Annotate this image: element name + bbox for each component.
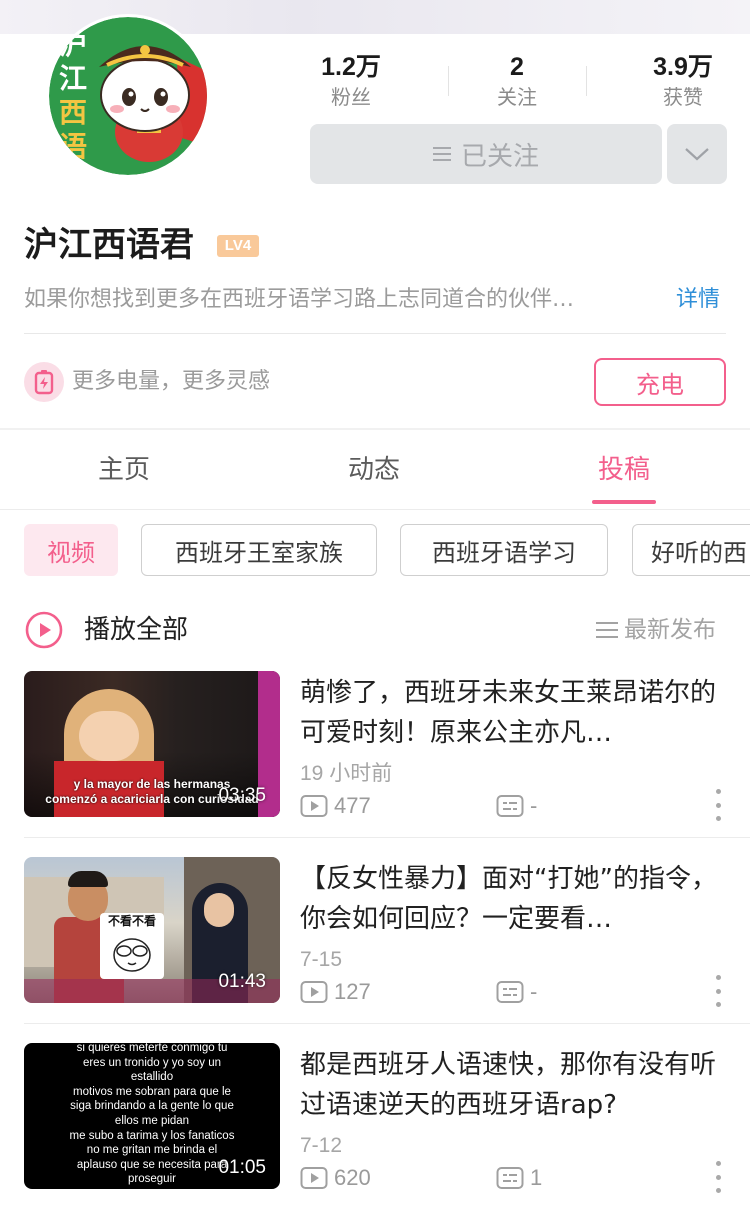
stat-divider (448, 66, 449, 96)
thumb-caption-line: siga brindando a la gente lo que (70, 1100, 234, 1113)
chip-video[interactable]: 视频 (24, 524, 118, 576)
sort-label: 最新发布 (624, 617, 716, 643)
avatar-char: 语 (59, 130, 88, 163)
video-comments: 1 (496, 1163, 542, 1193)
bio-text: 如果你想找到更多在西班牙语学习路上志同道合的伙伴… (24, 287, 575, 312)
profile-tabs: 主页 动态 投稿 (0, 430, 750, 510)
thumb-caption-line: no me gritan me brinda el (86, 1144, 218, 1157)
avatar-char: 江 (59, 62, 88, 95)
avatar-char: 西 (59, 96, 88, 129)
video-date: 7-15 (300, 948, 343, 971)
video-thumbnail[interactable]: y la mayor de las hermanas comenzó a aca… (24, 671, 280, 817)
views-count: 620 (334, 1165, 371, 1190)
play-all-button[interactable]: 播放全部 (84, 612, 188, 648)
avatar-vertical-text: 沪 江 西 语 (59, 29, 91, 163)
views-count: 477 (334, 793, 371, 818)
video-title[interactable]: 萌惨了，西班牙未来女王莱昂诺尔的可爱时刻！原来公主亦凡… (300, 673, 720, 753)
video-item[interactable]: si quieres meterte conmigo tu eres un tr… (0, 1043, 750, 1206)
stat-label: 关注 (497, 85, 537, 109)
play-circle-icon[interactable] (24, 610, 64, 650)
stat-value: 3.9万 (653, 53, 713, 81)
danmaku-icon (496, 794, 524, 818)
play-count-icon (300, 1166, 328, 1190)
stat-label: 粉丝 (331, 85, 371, 109)
details-link[interactable]: 详情 (676, 284, 720, 316)
more-vertical-icon[interactable] (711, 1161, 725, 1193)
video-comments: - (496, 791, 537, 821)
thumb-caption-line: 不看不看 (107, 914, 156, 928)
stat-fans[interactable]: 1.2万 粉丝 (286, 50, 416, 110)
thumb-girl-face (79, 711, 139, 761)
stat-value: 1.2万 (321, 53, 381, 81)
chip-royal-family[interactable]: 西班牙王室家族 (141, 524, 377, 576)
video-title[interactable]: 【反女性暴力】面对“打她”的指令，你会如何回应？一定要看… (300, 859, 720, 939)
avatar[interactable]: 沪 江 西 语 (46, 14, 210, 178)
video-views: 127 (300, 977, 371, 1007)
danmaku-icon (496, 980, 524, 1004)
video-thumbnail[interactable]: si quieres meterte conmigo tu eres un tr… (24, 1043, 280, 1189)
thumb-caption-line: eres un tronido y yo soy un (82, 1056, 222, 1069)
followed-button[interactable]: 已关注 (310, 124, 662, 184)
thumb-woman-face (204, 893, 234, 927)
video-item[interactable]: 不看不看 01:43 【反女性暴力】面对“打她”的指令，你会如何回应？一定要看…… (0, 857, 750, 1043)
stat-following[interactable]: 2 关注 (452, 50, 582, 110)
play-count-icon (300, 794, 328, 818)
chip-nice-songs[interactable]: 好听的西 (632, 524, 750, 576)
tab-dynamics[interactable]: 动态 (294, 452, 454, 488)
views-count: 127 (334, 979, 371, 1004)
more-vertical-icon[interactable] (711, 975, 725, 1007)
stat-divider (586, 66, 587, 96)
thumb-sticker: 不看不看 (100, 913, 164, 979)
video-date: 19 小时前 (300, 762, 393, 785)
video-views: 477 (300, 791, 371, 821)
tab-home[interactable]: 主页 (44, 452, 204, 488)
danmaku-icon (496, 1166, 524, 1190)
divider (24, 333, 726, 334)
more-options-button[interactable] (667, 124, 727, 184)
list-divider (24, 1023, 750, 1024)
chevron-down-icon (685, 148, 709, 161)
thumb-caption-line: motivos me sobran para que le (73, 1085, 231, 1098)
username: 沪江西语君 (24, 225, 194, 265)
level-badge: LV4 (217, 235, 259, 257)
video-thumbnail[interactable]: 不看不看 01:43 (24, 857, 280, 1003)
profile-stats: 1.2万 粉丝 2 关注 3.9万 获赞 (290, 50, 740, 112)
comments-count: - (530, 793, 538, 818)
video-title[interactable]: 都是西班牙人语速快，那你有没有听过语速逆天的西班牙语rap? (300, 1045, 720, 1125)
thumb-caption-line: estallido (130, 1071, 174, 1084)
video-views: 620 (300, 1163, 371, 1193)
charge-button[interactable]: 充电 (594, 358, 726, 406)
video-duration: 01:43 (218, 971, 266, 992)
comments-count: - (530, 979, 538, 1004)
tab-uploads[interactable]: 投稿 (544, 452, 704, 488)
more-vertical-icon[interactable] (711, 789, 725, 821)
covering-eyes-sticker-icon (113, 938, 151, 972)
sort-button[interactable]: 最新发布 (596, 614, 716, 646)
thumb-caption-line: ellos me pidan (114, 1114, 190, 1127)
sort-lines-icon (596, 621, 618, 639)
battery-icon (24, 362, 64, 402)
video-duration: 03:35 (218, 785, 266, 806)
video-comments: - (496, 977, 537, 1007)
menu-lines-icon (432, 146, 451, 162)
thumb-caption-line: si quieres meterte conmigo tu (76, 1043, 228, 1054)
stat-value: 2 (510, 53, 524, 81)
avatar-char: 沪 (59, 28, 88, 61)
video-item[interactable]: y la mayor de las hermanas comenzó a aca… (0, 671, 750, 857)
chip-spanish-learning[interactable]: 西班牙语学习 (400, 524, 608, 576)
comments-count: 1 (530, 1165, 543, 1190)
thumb-man-hair (68, 871, 108, 887)
active-tab-indicator (592, 500, 656, 504)
video-date: 7-12 (300, 1134, 343, 1157)
stat-likes[interactable]: 3.9万 获赞 (618, 50, 748, 110)
thumb-caption-line: me subo a tarima y los fanaticos (69, 1129, 235, 1142)
video-duration: 01:05 (218, 1157, 266, 1178)
play-count-icon (300, 980, 328, 1004)
followed-button-label: 已关注 (460, 141, 539, 172)
charge-promo-text: 更多电量，更多灵感 (72, 369, 271, 394)
filter-chips: 视频 西班牙王室家族 西班牙语学习 好听的西 (0, 524, 750, 578)
list-divider (24, 837, 750, 838)
stat-label: 获赞 (663, 85, 703, 109)
